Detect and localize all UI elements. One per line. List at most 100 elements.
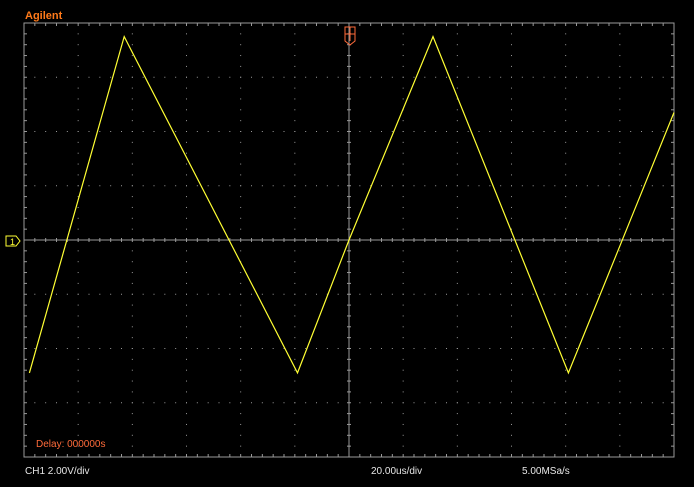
grid-dot <box>294 65 296 67</box>
grid-dot <box>597 185 599 187</box>
grid-dot <box>402 434 404 436</box>
grid-dot <box>110 348 112 349</box>
grid-dot <box>456 65 458 67</box>
grid-dot <box>77 65 79 67</box>
grid-dot <box>576 293 577 295</box>
grid-dot <box>651 293 653 295</box>
grid-dot <box>34 293 36 295</box>
grid-dot <box>511 261 512 263</box>
grid-dot <box>186 131 187 132</box>
grid-dot <box>554 402 556 404</box>
grid-dot <box>77 131 79 132</box>
grid-dot <box>565 402 567 404</box>
grid-dot <box>99 131 101 132</box>
grid-dot <box>511 163 512 165</box>
grid-dot <box>186 33 187 35</box>
grid-dot <box>565 55 567 57</box>
grid-dot <box>586 348 588 349</box>
grid-dot <box>121 185 122 187</box>
grid-dot <box>207 185 209 187</box>
grid-dot <box>240 445 242 447</box>
grid-dot <box>294 293 296 295</box>
grid-dot <box>77 250 79 252</box>
grid-dot <box>456 358 458 360</box>
grid-dot <box>456 293 458 295</box>
grid-dot <box>305 131 307 132</box>
ch1-ground-marker: 1 <box>5 235 21 247</box>
grid-dot <box>110 131 112 132</box>
grid-dot <box>240 358 242 360</box>
grid-dot <box>456 76 458 78</box>
grid-dot <box>402 44 404 46</box>
grid-dot <box>240 250 242 252</box>
grid-dot <box>651 348 653 349</box>
grid-dot <box>359 131 361 132</box>
grid-dot <box>186 434 187 436</box>
grid-dot <box>131 65 133 67</box>
grid-dot <box>175 402 177 404</box>
grid-dot <box>121 402 122 404</box>
grid-dot <box>294 120 296 122</box>
grid-dot <box>88 131 90 132</box>
grid-dot <box>283 402 285 404</box>
grid-dot <box>370 131 372 132</box>
grid-dot <box>56 185 57 187</box>
grid-dot <box>619 228 621 230</box>
grid-dot <box>294 196 296 198</box>
grid-dot <box>99 348 101 349</box>
grid-dot <box>511 206 512 208</box>
grid-dot <box>207 293 209 295</box>
grid-dot <box>186 141 187 143</box>
grid-dot <box>186 196 187 198</box>
grid-dot <box>402 76 404 78</box>
grid-dot <box>619 33 621 35</box>
grid-dot <box>565 434 567 436</box>
grid-dot <box>251 293 252 295</box>
grid-dot <box>521 402 523 404</box>
grid-dot <box>565 109 567 111</box>
grid-dot <box>619 293 621 295</box>
grid-dot <box>565 33 567 35</box>
grid-dot <box>240 413 242 415</box>
grid-dot <box>196 185 198 187</box>
grid-dot <box>619 76 621 78</box>
grid-dot <box>305 402 307 404</box>
grid-dot <box>294 423 296 425</box>
grid-dot <box>131 87 133 89</box>
grid-dot <box>359 348 361 349</box>
grid-dot <box>456 304 458 306</box>
grid-dot <box>467 402 469 404</box>
grid-dot <box>175 185 177 187</box>
grid-dot <box>131 293 133 295</box>
grid-dot <box>359 293 361 295</box>
grid-dot <box>511 65 512 67</box>
grid-dot <box>565 445 567 447</box>
grid-dot <box>251 131 252 132</box>
grid-dot <box>164 402 166 404</box>
grid-dot <box>413 131 415 132</box>
grid-dot <box>619 380 621 382</box>
grid-dot <box>186 402 187 404</box>
grid-dot <box>565 196 567 198</box>
grid-dot <box>77 152 79 154</box>
grid-dot <box>294 217 296 219</box>
grid-dot <box>240 434 242 436</box>
grid-dot <box>240 163 242 165</box>
grid-dot <box>630 185 632 187</box>
grid-dot <box>326 185 328 187</box>
grid-dot <box>316 293 317 295</box>
grid-dot <box>565 163 567 165</box>
grid-dot <box>294 44 296 46</box>
grid-dot <box>229 185 231 187</box>
grid-dot <box>66 131 68 132</box>
grid-dot <box>456 185 458 187</box>
grid-dot <box>240 174 242 176</box>
grid-dot <box>576 76 577 78</box>
grid-dot <box>511 109 512 111</box>
grid-dot <box>543 402 545 404</box>
grid-dot <box>261 185 263 187</box>
grid-dot <box>186 228 187 230</box>
grid-dot <box>565 413 567 415</box>
grid-dot <box>186 293 187 295</box>
grid-dot <box>619 326 621 328</box>
